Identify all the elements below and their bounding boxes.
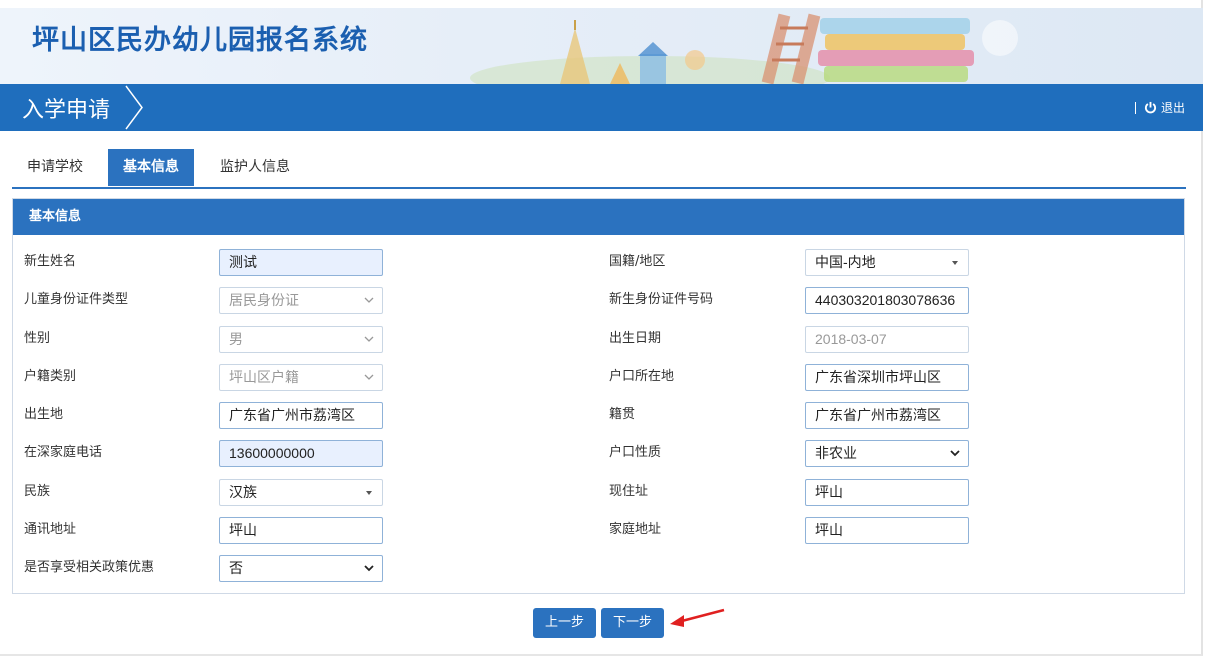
hukou-location-input[interactable]: 广东省深圳市坪山区 <box>805 364 969 391</box>
id-type-select[interactable]: 居民身份证 <box>219 287 383 314</box>
tab-guardian-info[interactable]: 监护人信息 <box>205 149 305 186</box>
hukou-nature-select[interactable]: 非农业 <box>805 440 969 467</box>
field-value: 13600000000 <box>229 445 315 461</box>
logout-label: 退出 <box>1160 101 1185 115</box>
basic-info-panel: 基本信息 <box>12 198 1185 594</box>
caret-down-icon <box>366 491 372 495</box>
hukou-type-select[interactable]: 坪山区户籍 <box>219 364 383 391</box>
field-value: 中国-内地 <box>815 254 876 270</box>
label-hukou-type: 户籍类别 <box>24 369 77 384</box>
label-native-place: 籍贯 <box>609 407 636 422</box>
tab-apply-school[interactable]: 申请学校 <box>12 149 98 186</box>
label-home-phone: 在深家庭电话 <box>24 445 103 460</box>
gender-select[interactable]: 男 <box>219 326 383 353</box>
tab-basic-info[interactable]: 基本信息 <box>108 149 194 186</box>
banner-illustration <box>470 13 1018 84</box>
chevron-down-icon <box>364 297 374 303</box>
field-value: 坪山 <box>815 522 843 538</box>
label-nationality: 国籍/地区 <box>609 254 666 269</box>
field-value: 测试 <box>229 254 257 270</box>
field-value: 汉族 <box>229 484 257 500</box>
field-value: 非农业 <box>815 445 857 461</box>
label-id-type: 儿童身份证件类型 <box>24 292 129 307</box>
field-value: 广东省广州市荔湾区 <box>229 407 355 423</box>
ethnicity-dropdown[interactable]: 汉族 <box>219 479 383 506</box>
field-value: 440303201803078636 <box>815 292 956 308</box>
breadcrumb: 入学申请 <box>22 98 111 123</box>
label-gender: 性别 <box>24 331 51 346</box>
label-birth-date: 出生日期 <box>609 331 662 346</box>
field-value: 广东省深圳市坪山区 <box>815 369 941 385</box>
caret-down-icon <box>952 261 958 265</box>
field-value: 坪山 <box>229 522 257 538</box>
student-name-input[interactable]: 测试 <box>219 249 383 276</box>
birthplace-input[interactable]: 广东省广州市荔湾区 <box>219 402 383 429</box>
label-birthplace: 出生地 <box>24 407 64 422</box>
birth-date-input[interactable]: 2018-03-07 <box>805 326 969 353</box>
mailing-address-input[interactable]: 坪山 <box>219 517 383 544</box>
home-phone-input[interactable]: 13600000000 <box>219 440 383 467</box>
label-student-name: 新生姓名 <box>24 254 77 269</box>
field-value: 坪山 <box>815 484 843 500</box>
policy-benefit-select[interactable]: 否 <box>219 555 383 582</box>
field-value: 广东省广州市荔湾区 <box>815 407 941 423</box>
label-hukou-nature: 户口性质 <box>609 445 662 460</box>
tab-bar: 申请学校 基本信息 监护人信息 <box>12 149 1186 189</box>
label-hukou-location: 户口所在地 <box>609 369 675 384</box>
app-title: 坪山区民办幼儿园报名系统 <box>32 25 368 56</box>
nav-bar: 入学申请 退出 <box>0 84 1203 131</box>
prev-step-button[interactable]: 上一步 <box>533 608 597 638</box>
label-mailing-address: 通讯地址 <box>24 522 77 537</box>
native-place-input[interactable]: 广东省广州市荔湾区 <box>805 402 969 429</box>
field-value: 2018-03-07 <box>815 331 887 347</box>
field-value: 坪山区户籍 <box>229 369 299 385</box>
home-address-input[interactable]: 坪山 <box>805 517 969 544</box>
chevron-down-icon <box>364 336 374 342</box>
power-icon <box>1144 101 1157 114</box>
logout-button[interactable]: 退出 <box>1134 99 1185 116</box>
current-address-input[interactable]: 坪山 <box>805 479 969 506</box>
label-home-address: 家庭地址 <box>609 522 662 537</box>
field-value: 否 <box>229 560 243 576</box>
field-value: 男 <box>229 331 243 347</box>
label-current-address: 现住址 <box>609 484 649 499</box>
next-step-button[interactable]: 下一步 <box>601 608 665 638</box>
label-ethnicity: 民族 <box>24 484 51 499</box>
id-number-input[interactable]: 440303201803078636 <box>805 287 969 314</box>
panel-title: 基本信息 <box>13 199 1184 235</box>
header-banner: 坪山区民办幼儿园报名系统 <box>0 8 1203 84</box>
chevron-down-icon <box>364 374 374 380</box>
breadcrumb-chevron-icon <box>125 85 143 130</box>
chevron-down-icon <box>950 450 960 457</box>
label-id-number: 新生身份证件号码 <box>609 292 714 307</box>
annotation-arrow-icon <box>670 608 725 627</box>
label-policy-benefit: 是否享受相关政策优惠 <box>24 560 155 575</box>
divider <box>1134 101 1136 114</box>
chevron-down-icon <box>364 565 374 572</box>
nationality-dropdown[interactable]: 中国-内地 <box>805 249 969 276</box>
field-value: 居民身份证 <box>229 292 299 308</box>
